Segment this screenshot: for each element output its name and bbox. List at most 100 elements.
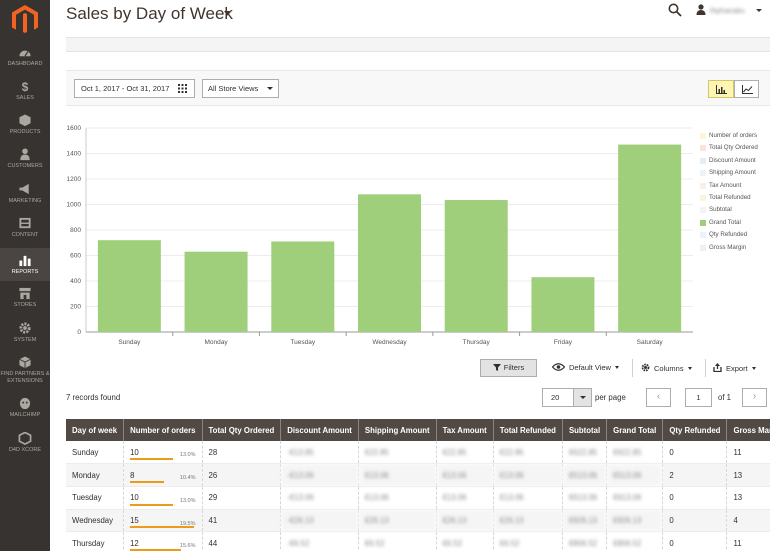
column-header[interactable]: Number of orders bbox=[123, 419, 203, 441]
x-tick-label: Saturday bbox=[637, 339, 664, 346]
store-view-label: All Store Views bbox=[208, 84, 259, 93]
sidebar-item-mailchimp[interactable]: MAILCHIMP bbox=[0, 395, 50, 425]
user-name[interactable]: thphanaks bbox=[710, 6, 745, 15]
per-page-dropdown-button[interactable] bbox=[573, 388, 592, 407]
legend-swatch bbox=[700, 182, 706, 189]
legend-item[interactable]: Total Qty Ordered bbox=[700, 144, 758, 156]
cell-day: Thursday bbox=[66, 531, 125, 551]
chart-bar bbox=[271, 241, 335, 332]
column-header[interactable]: Grand Total bbox=[606, 419, 664, 441]
cell-value: 29 bbox=[208, 493, 218, 503]
columns-label: Columns bbox=[654, 364, 684, 373]
column-header[interactable]: Shipping Amount bbox=[358, 419, 437, 441]
default-view-dropdown[interactable]: Default View bbox=[551, 363, 619, 372]
legend-item[interactable]: Tax Amount bbox=[700, 182, 758, 194]
export-dropdown[interactable]: Export bbox=[713, 363, 756, 373]
legend-item[interactable]: Total Refunded bbox=[700, 194, 758, 206]
bar-chart-toggle-button[interactable] bbox=[708, 80, 734, 98]
sidebar-item-system[interactable]: SYSTEM bbox=[0, 320, 50, 350]
search-icon[interactable] bbox=[668, 3, 682, 17]
legend-swatch bbox=[700, 232, 706, 239]
chart-bar bbox=[531, 277, 595, 332]
filter-funnel-icon bbox=[492, 364, 501, 371]
cell-value: €22.85 bbox=[364, 447, 389, 457]
sidebar-item-sales[interactable]: $ SALES bbox=[0, 78, 50, 108]
column-header[interactable]: Subtotal bbox=[562, 419, 608, 441]
cell-day: Wednesday bbox=[66, 509, 125, 533]
legend-item[interactable]: Gross Margin bbox=[700, 244, 758, 256]
calendar-icon[interactable] bbox=[178, 84, 187, 93]
columns-caret-icon bbox=[687, 367, 692, 370]
sidebar-item-d4d-xcore[interactable]: D4D XCORE bbox=[0, 430, 50, 460]
cell-refunded: €22.85 bbox=[493, 441, 563, 465]
column-header[interactable]: Day of week bbox=[66, 419, 125, 441]
date-range-picker[interactable]: Oct 1, 2017 - Oct 31, 2017 bbox=[74, 79, 195, 98]
legend-item[interactable]: Qty Refunded bbox=[700, 231, 758, 243]
columns-dropdown[interactable]: Columns bbox=[641, 363, 692, 373]
y-tick-label: 1200 bbox=[67, 176, 82, 183]
sales-bar-chart: 0 200 400 600 800 1000 1200 1400 1600 Sunday Monda… bbox=[67, 125, 693, 346]
sidebar-item-label: STORES bbox=[13, 302, 37, 308]
legend-swatch bbox=[700, 133, 706, 139]
sidebar-item-products[interactable]: PRODUCTS bbox=[0, 112, 50, 142]
cell-value: €13.06 bbox=[442, 470, 467, 480]
cell-value: 0 bbox=[669, 538, 674, 548]
column-header[interactable]: Gross Margin bbox=[726, 419, 770, 441]
legend-label: Total Refunded bbox=[709, 193, 751, 201]
legend-item[interactable]: Subtotal bbox=[700, 206, 758, 218]
previous-page-button[interactable]: ‹ bbox=[646, 388, 671, 407]
cell-value: -€13.06 bbox=[287, 470, 314, 480]
column-header[interactable]: Tax Amount bbox=[436, 419, 494, 441]
column-header[interactable]: Qty Refunded bbox=[662, 419, 728, 441]
legend-item[interactable]: Grand Total bbox=[700, 219, 758, 231]
line-chart-toggle-button[interactable] bbox=[734, 80, 759, 98]
cell-discount: -€26.13 bbox=[280, 509, 359, 533]
legend-item[interactable]: Discount Amount bbox=[700, 157, 758, 169]
column-header[interactable]: Discount Amount bbox=[280, 419, 359, 441]
sidebar-item-stores[interactable]: STORES bbox=[0, 285, 50, 315]
content-icon bbox=[18, 217, 32, 230]
legend-item[interactable]: Number of orders bbox=[700, 132, 758, 144]
sidebar-item-content[interactable]: CONTENT bbox=[0, 215, 50, 245]
cell-value: Thursday bbox=[72, 538, 105, 548]
sidebar-item-label: CUSTOMERS bbox=[7, 163, 43, 169]
cell-tax: €26.13 bbox=[436, 509, 494, 533]
cell-orders: 10 13.0% bbox=[123, 441, 203, 465]
user-dropdown-caret-icon[interactable] bbox=[756, 9, 762, 12]
next-page-button[interactable]: › bbox=[742, 388, 767, 407]
cell-value: 44 bbox=[208, 538, 218, 548]
cell-value: 11 bbox=[733, 447, 742, 457]
user-icon[interactable] bbox=[696, 4, 706, 15]
column-header[interactable]: Total Qty Ordered bbox=[202, 419, 282, 441]
per-page-label: per page bbox=[595, 393, 626, 402]
legend-swatch bbox=[700, 194, 706, 201]
cell-value: €806.52 bbox=[568, 538, 598, 548]
cell-shipping: €13.06 bbox=[358, 463, 437, 487]
chart-bar bbox=[444, 200, 508, 332]
sidebar-item-marketing[interactable]: MARKETING bbox=[0, 181, 50, 211]
view-caret-icon bbox=[614, 366, 619, 369]
cell-grand-total: €806.52 bbox=[606, 531, 664, 551]
cell-value: 0 bbox=[669, 447, 674, 457]
legend-item[interactable]: Shipping Amount bbox=[700, 169, 758, 181]
column-header[interactable]: Total Refunded bbox=[493, 419, 563, 441]
filters-button[interactable]: Filters bbox=[480, 359, 537, 377]
cell-subtotal: €622.85 bbox=[562, 441, 608, 465]
current-page-input[interactable]: 1 bbox=[685, 388, 712, 407]
sidebar-item-find-partners-extensions[interactable]: FIND PARTNERS & EXTENSIONS bbox=[0, 354, 50, 390]
cell-grand-total: €926.13 bbox=[606, 509, 664, 533]
cell-value: €6.52 bbox=[364, 538, 385, 548]
cell-gross-margin: 13 bbox=[726, 486, 770, 510]
title-dropdown-caret-icon[interactable] bbox=[224, 11, 230, 15]
table-row: Wednesday 15 19.5% 41 -€26.13 €26.13 €26.13 €26… bbox=[66, 509, 770, 533]
sidebar-item-reports[interactable]: REPORTS bbox=[0, 248, 50, 281]
cell-value: Sunday bbox=[72, 447, 99, 457]
magento-logo-icon[interactable] bbox=[12, 5, 38, 33]
chart-bar bbox=[358, 194, 421, 332]
dollar-icon: $ bbox=[18, 80, 32, 94]
legend-label: Qty Refunded bbox=[709, 231, 748, 239]
cell-value: -€13.06 bbox=[287, 493, 314, 503]
cell-subtotal: €806.52 bbox=[562, 531, 608, 551]
sidebar-item-dashboard[interactable]: DASHBOARD bbox=[0, 44, 50, 74]
sidebar-item-customers[interactable]: CUSTOMERS bbox=[0, 146, 50, 176]
